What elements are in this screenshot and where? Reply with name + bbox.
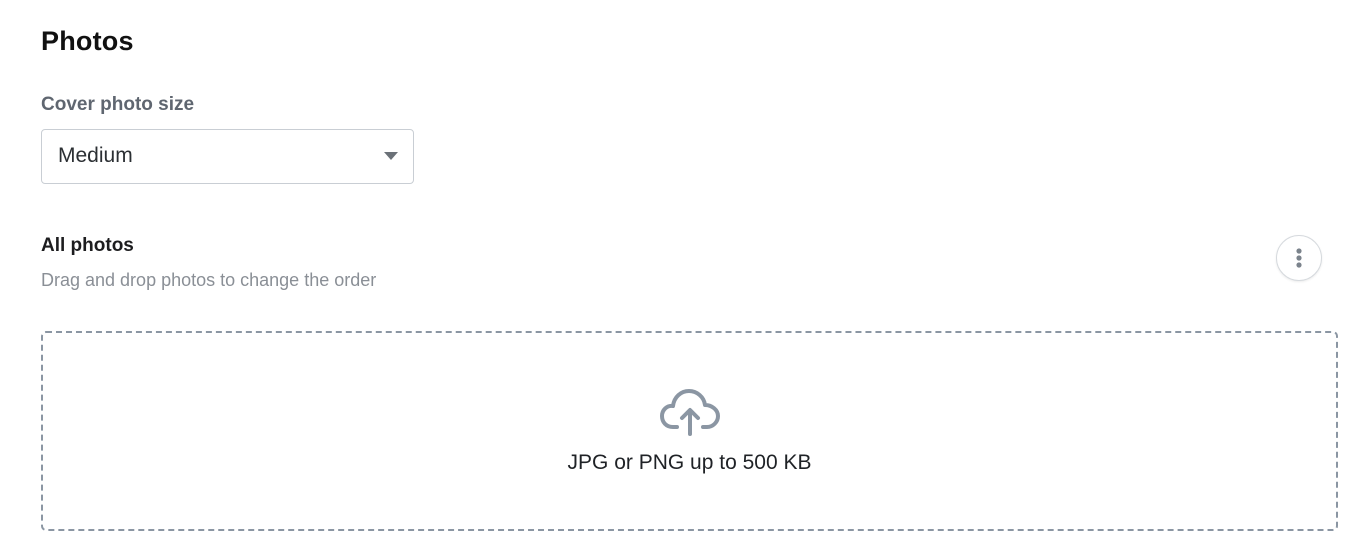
- cover-photo-size-value: Medium: [58, 144, 133, 167]
- upload-hint: JPG or PNG up to 500 KB: [567, 451, 812, 474]
- photo-upload-dropzone[interactable]: JPG or PNG up to 500 KB: [41, 331, 1338, 531]
- cloud-upload-icon: [660, 389, 720, 436]
- section-title: Photos: [41, 26, 134, 56]
- all-photos-title: All photos: [41, 235, 134, 256]
- all-photos-description: Drag and drop photos to change the order: [41, 270, 377, 290]
- more-options-button[interactable]: [1276, 235, 1322, 281]
- photos-settings-panel: Photos Cover photo size Medium All photo…: [0, 0, 1357, 546]
- chevron-down-icon: [384, 152, 398, 160]
- more-vertical-icon: [1296, 248, 1302, 268]
- cover-photo-size-label: Cover photo size: [41, 94, 195, 115]
- cover-photo-size-select[interactable]: Medium: [41, 129, 414, 184]
